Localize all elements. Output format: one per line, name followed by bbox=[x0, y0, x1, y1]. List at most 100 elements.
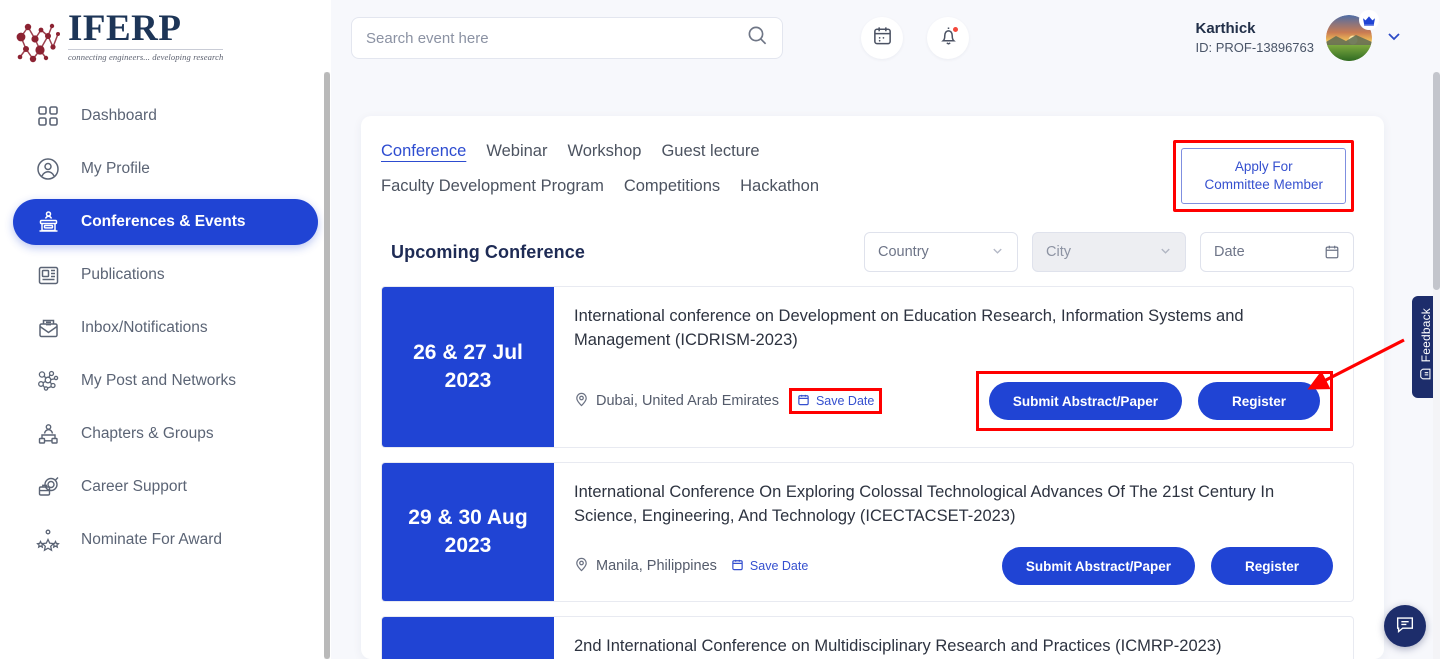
group-icon bbox=[33, 419, 63, 449]
save-date-calendar-icon bbox=[797, 393, 810, 409]
location-pin-icon bbox=[574, 392, 589, 411]
conference-title[interactable]: International Conference On Exploring Co… bbox=[574, 481, 1333, 529]
sidebar: IFERP ® connecting engineers... developi… bbox=[0, 0, 342, 659]
country-select[interactable]: Country bbox=[864, 232, 1018, 273]
user-name: Karthick bbox=[1195, 20, 1256, 38]
tab-hackathon[interactable]: Hackathon bbox=[740, 177, 819, 196]
chat-bubble-icon bbox=[1394, 613, 1416, 640]
user-circle-icon bbox=[33, 154, 63, 184]
sidebar-item-my-profile[interactable]: My Profile bbox=[13, 146, 318, 192]
location-pin-icon bbox=[574, 557, 589, 576]
chat-support-button[interactable] bbox=[1384, 605, 1426, 647]
notifications-button[interactable] bbox=[927, 17, 969, 59]
conference-title[interactable]: International conference on Development … bbox=[574, 305, 1333, 353]
sidebar-item-label: Dashboard bbox=[81, 107, 157, 124]
section-title: Upcoming Conference bbox=[391, 241, 585, 262]
city-select-label: City bbox=[1046, 244, 1071, 261]
conference-body: 2nd International Conference on Multidis… bbox=[554, 617, 1353, 659]
filters: Country City Date bbox=[864, 232, 1354, 273]
sidebar-item-conferences-events[interactable]: Conferences & Events bbox=[13, 199, 318, 245]
user-menu[interactable]: Karthick ID: PROF-13896763 bbox=[1195, 10, 1404, 61]
page-scrollbar-thumb[interactable] bbox=[1433, 72, 1440, 290]
conference-location: Manila, Philippines bbox=[574, 557, 717, 576]
sidebar-item-label: My Profile bbox=[81, 160, 150, 177]
submit-abstract-paper-button[interactable]: Submit Abstract/Paper bbox=[988, 382, 1182, 421]
avatar[interactable] bbox=[1326, 10, 1379, 61]
iferp-network-logo-icon bbox=[14, 21, 66, 67]
tab-faculty-development-program[interactable]: Faculty Development Program bbox=[381, 177, 604, 196]
brand-logo[interactable]: IFERP ® connecting engineers... developi… bbox=[0, 0, 342, 76]
date-select-label: Date bbox=[1214, 244, 1245, 261]
sidebar-item-label: My Post and Networks bbox=[81, 372, 237, 389]
save-date-button[interactable]: Save Date bbox=[788, 388, 883, 415]
save-date-label: Save Date bbox=[749, 559, 809, 574]
page-scrollbar[interactable] bbox=[1433, 72, 1440, 659]
sidebar-scrollbar[interactable] bbox=[324, 72, 330, 659]
search-icon[interactable] bbox=[747, 25, 768, 51]
conference-date-line-2: 2023 bbox=[444, 369, 492, 393]
search-input[interactable] bbox=[366, 29, 747, 47]
conference-date-line-1: 26 & 27 Jul bbox=[413, 341, 523, 365]
apply-committee-highlight: Apply For Committee Member bbox=[1173, 140, 1354, 213]
conference-card[interactable]: 26 & 27 Jul 2023 International conferenc… bbox=[381, 286, 1354, 449]
tab-workshop[interactable]: Workshop bbox=[567, 142, 641, 161]
save-date-calendar-icon bbox=[731, 558, 744, 574]
conference-date bbox=[382, 617, 554, 659]
user-info: Karthick ID: PROF-13896763 bbox=[1195, 19, 1314, 57]
conference-title[interactable]: 2nd International Conference on Multidis… bbox=[574, 635, 1333, 659]
user-id: ID: PROF-13896763 bbox=[1195, 40, 1314, 56]
save-date-button[interactable]: Save Date bbox=[731, 558, 808, 574]
conference-date-line-1: 29 & 30 Aug bbox=[408, 505, 528, 529]
main-area: Karthick ID: PROF-13896763 bbox=[331, 0, 1440, 659]
sidebar-item-nominate-for-award[interactable]: Nominate For Award bbox=[13, 517, 318, 563]
sidebar-item-publications[interactable]: Publications bbox=[13, 252, 318, 298]
save-date-label: Save Date bbox=[815, 394, 875, 409]
calendar-icon bbox=[1324, 244, 1340, 260]
sidebar-item-dashboard[interactable]: Dashboard bbox=[13, 93, 318, 139]
brand-wordmark: IFERP bbox=[68, 7, 182, 49]
sidebar-scrollbar-thumb[interactable] bbox=[324, 72, 330, 659]
feedback-label: Feedback bbox=[1419, 307, 1433, 363]
conference-date: 26 & 27 Jul 2023 bbox=[382, 287, 554, 448]
sidebar-nav: Dashboard My Profile Conferences & Event… bbox=[0, 76, 331, 563]
brand-tagline: connecting engineers... developing resea… bbox=[68, 48, 224, 62]
apply-for-committee-member-button[interactable]: Apply For Committee Member bbox=[1181, 148, 1346, 205]
filter-row: Upcoming Conference Country City Date bbox=[391, 232, 1354, 273]
country-select-label: Country bbox=[878, 244, 929, 261]
conference-card[interactable]: 2nd International Conference on Multidis… bbox=[381, 616, 1354, 659]
tab-competitions[interactable]: Competitions bbox=[624, 177, 720, 196]
crown-icon bbox=[1359, 10, 1379, 30]
tab-webinar[interactable]: Webinar bbox=[486, 142, 547, 161]
date-select[interactable]: Date bbox=[1200, 232, 1354, 273]
notification-unread-dot bbox=[952, 26, 959, 33]
conference-actions: Submit Abstract/Paper Register bbox=[975, 371, 1333, 432]
app-root: IFERP ® connecting engineers... developi… bbox=[0, 0, 1440, 659]
sidebar-item-career-support[interactable]: Career Support bbox=[13, 464, 318, 510]
conference-location-label: Dubai, United Arab Emirates bbox=[596, 393, 779, 410]
envelope-icon bbox=[33, 313, 63, 343]
grid-icon bbox=[33, 101, 63, 131]
sidebar-item-my-post-and-networks[interactable]: My Post and Networks bbox=[13, 358, 318, 404]
apply-button-line-1: Apply For bbox=[1234, 159, 1293, 174]
tab-conference[interactable]: Conference bbox=[381, 142, 466, 161]
sidebar-item-label: Nominate For Award bbox=[81, 531, 222, 548]
city-select[interactable]: City bbox=[1032, 232, 1186, 273]
calendar-button[interactable] bbox=[861, 17, 903, 59]
conference-footer: Dubai, United Arab Emirates Save Date Su… bbox=[574, 371, 1333, 432]
apply-button-line-2: Committee Member bbox=[1204, 177, 1323, 193]
sidebar-item-chapters-groups[interactable]: Chapters & Groups bbox=[13, 411, 318, 457]
register-button[interactable]: Register bbox=[1210, 547, 1333, 586]
search-bar[interactable] bbox=[351, 17, 783, 59]
conference-card[interactable]: 29 & 30 Aug 2023 International Conferenc… bbox=[381, 462, 1354, 603]
chevron-down-icon bbox=[1159, 244, 1172, 260]
tab-guest-lecture[interactable]: Guest lecture bbox=[661, 142, 759, 161]
category-tabs: Conference Webinar Workshop Guest lectur… bbox=[381, 142, 1173, 212]
submit-abstract-paper-button[interactable]: Submit Abstract/Paper bbox=[1001, 547, 1195, 586]
sidebar-item-inbox-notifications[interactable]: Inbox/Notifications bbox=[13, 305, 318, 351]
tabs-line-2: Faculty Development Program Competitions… bbox=[381, 177, 1173, 196]
register-button[interactable]: Register bbox=[1197, 382, 1320, 421]
conference-list: 26 & 27 Jul 2023 International conferenc… bbox=[381, 286, 1354, 659]
podium-icon bbox=[33, 207, 63, 237]
newspaper-icon bbox=[33, 260, 63, 290]
chevron-down-icon[interactable] bbox=[1384, 26, 1404, 51]
